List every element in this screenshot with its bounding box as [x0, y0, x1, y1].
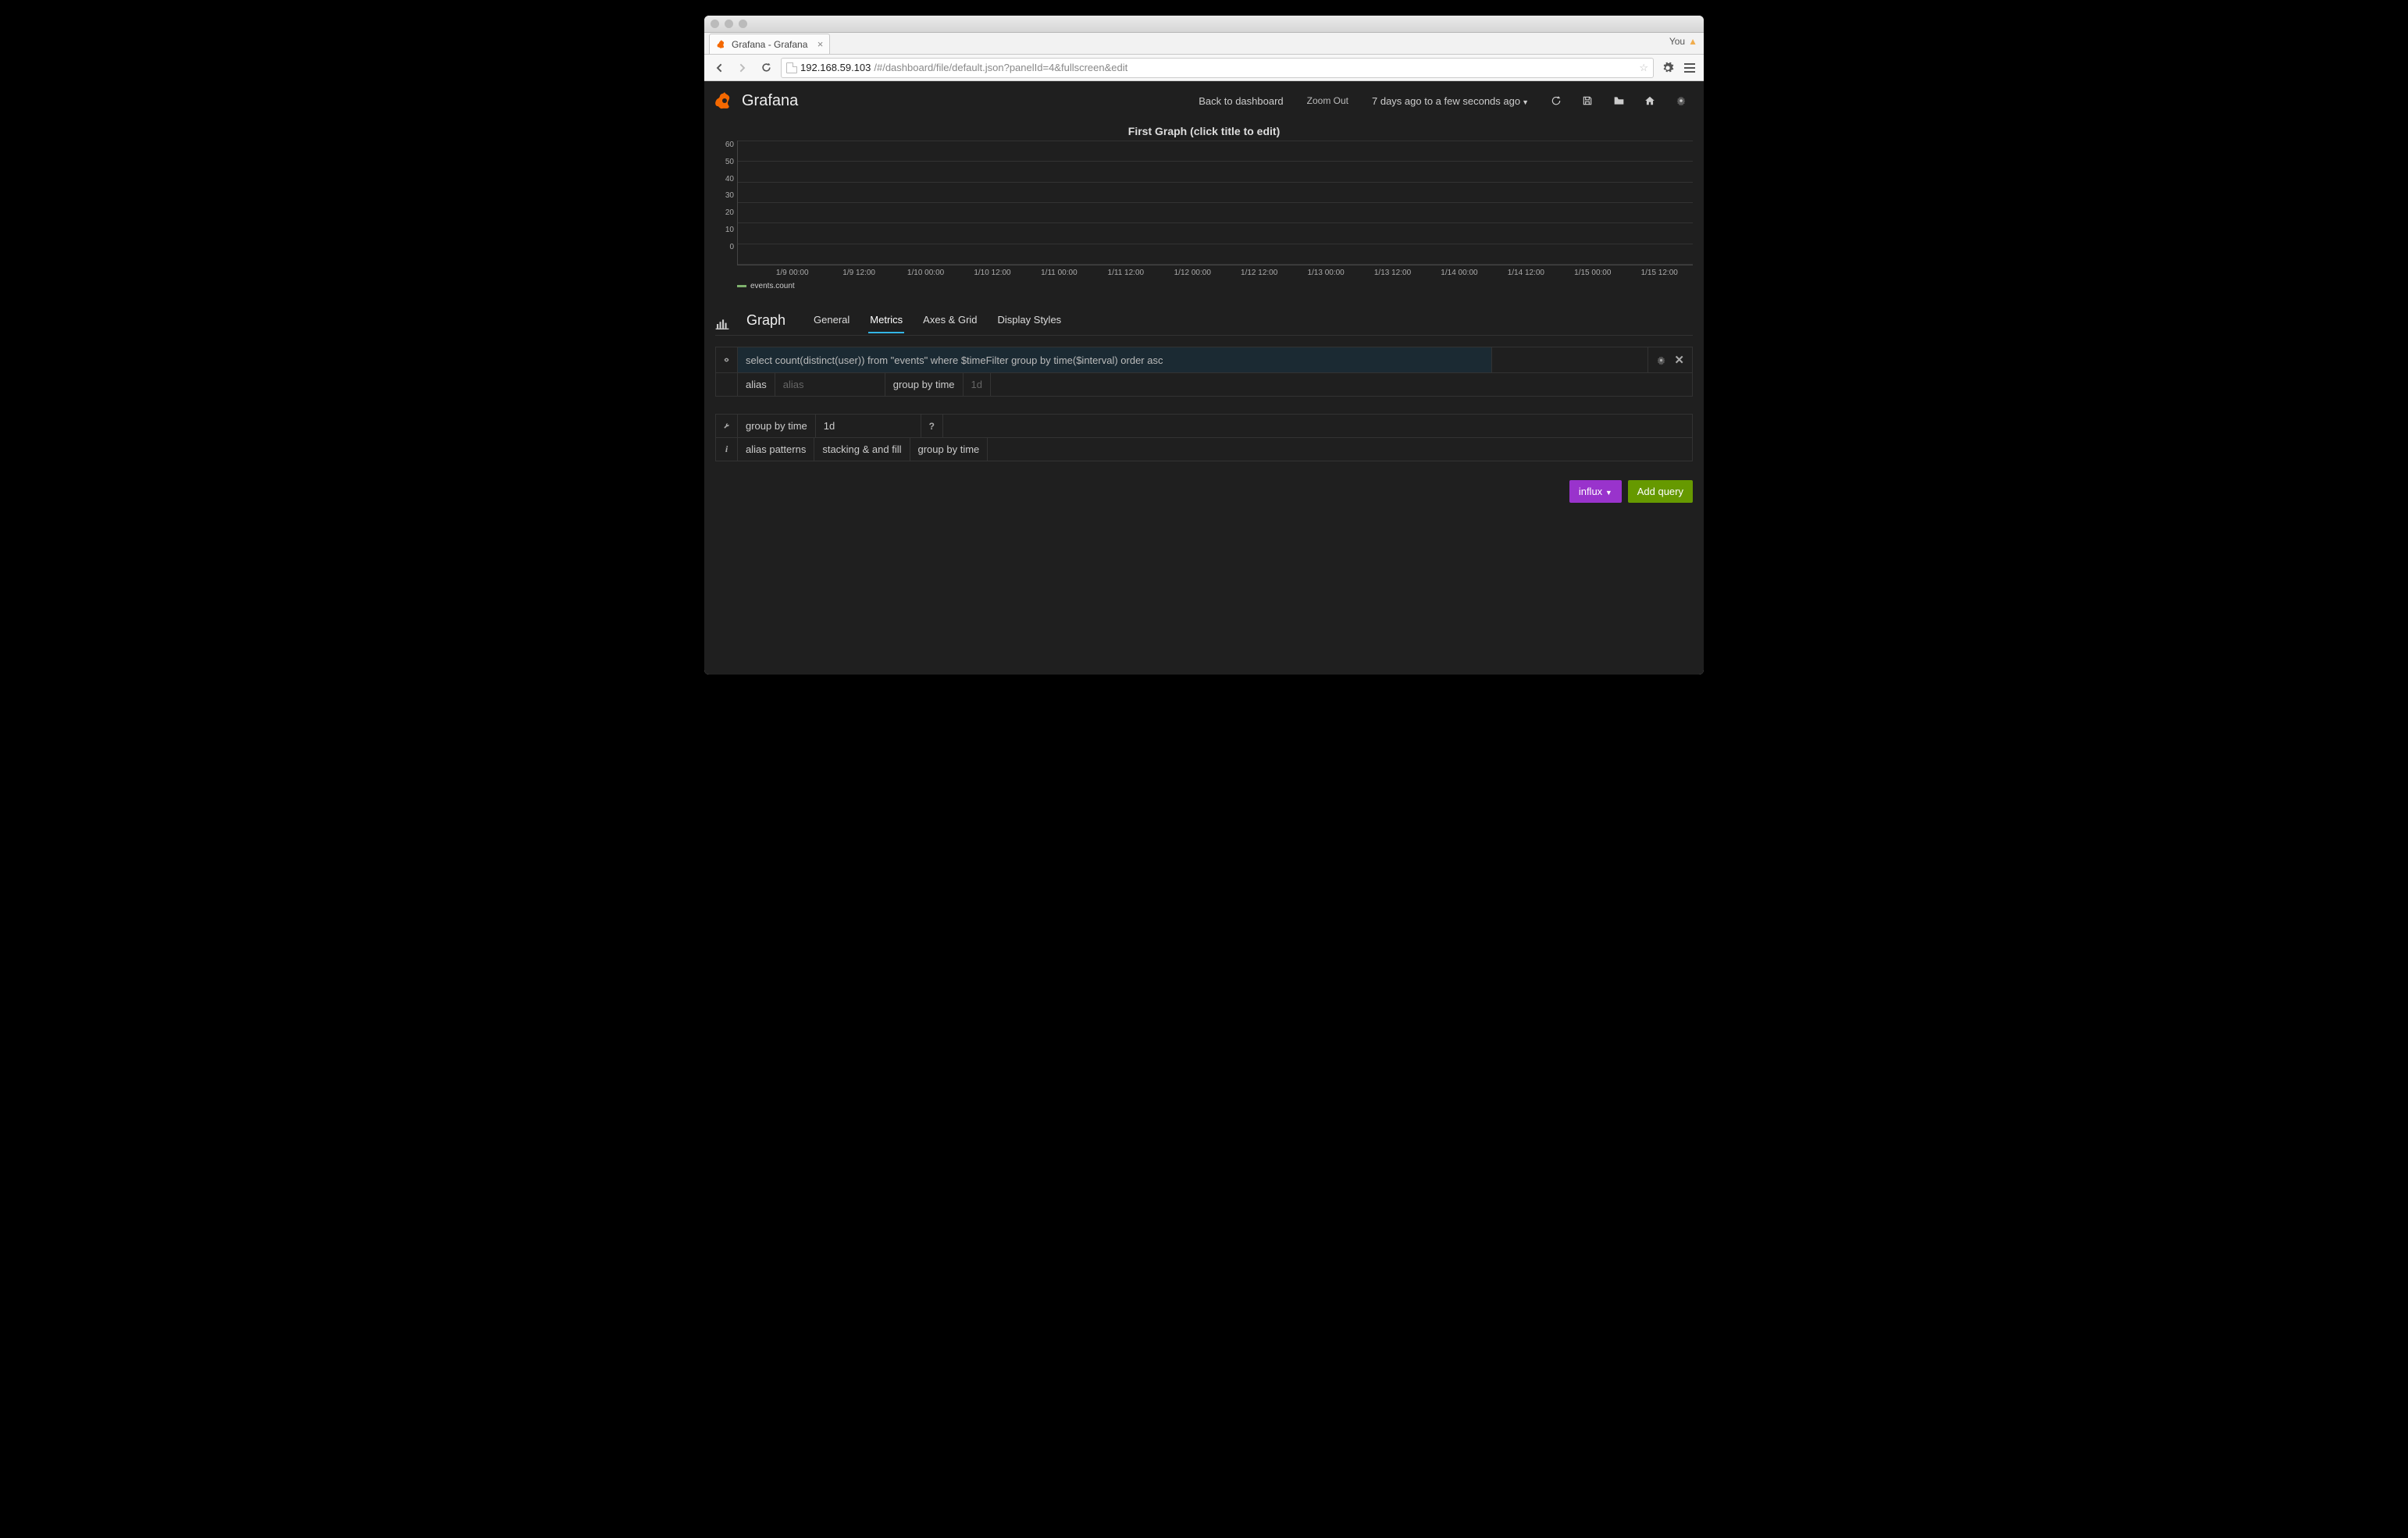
opt-groupby-label: group by time: [738, 415, 816, 437]
menu-icon[interactable]: [1682, 60, 1697, 76]
page-icon: [786, 62, 797, 73]
grafana-logo-icon: [715, 91, 734, 110]
warning-icon: ▲: [1688, 36, 1697, 47]
grafana-navbar: Grafana Back to dashboard Zoom Out 7 day…: [704, 81, 1704, 120]
settings-icon[interactable]: [1660, 60, 1676, 76]
info-icon[interactable]: i: [716, 438, 738, 461]
browser-tab-bar: Grafana - Grafana × You ▲: [704, 33, 1704, 55]
help-icon[interactable]: ?: [921, 415, 943, 437]
brand-label[interactable]: Grafana: [742, 92, 798, 110]
query-handle: [716, 373, 738, 396]
refresh-icon[interactable]: [1544, 95, 1568, 106]
url-host: 192.168.59.103: [800, 62, 871, 73]
tab-title: Grafana - Grafana: [732, 39, 807, 50]
wrench-icon[interactable]: [716, 415, 738, 437]
query-cog-icon[interactable]: [1656, 355, 1666, 365]
reload-button[interactable]: [757, 59, 775, 77]
groupby-value[interactable]: 1d: [964, 373, 991, 396]
traffic-light-min[interactable]: [725, 20, 733, 28]
query-actions: ✕: [1648, 347, 1692, 372]
back-button[interactable]: [711, 59, 728, 77]
back-to-dashboard-link[interactable]: Back to dashboard: [1191, 95, 1291, 107]
browser-tab[interactable]: Grafana - Grafana ×: [709, 34, 830, 54]
cog-icon[interactable]: [1669, 95, 1693, 106]
query-spacer: [1492, 347, 1648, 372]
grafana-favicon: [716, 39, 727, 50]
alias-label: alias: [738, 373, 775, 396]
panel-type-label[interactable]: Graph: [746, 312, 785, 335]
legend-label: events.count: [750, 282, 795, 290]
home-icon[interactable]: [1638, 95, 1662, 106]
graph-type-icon: [715, 319, 729, 329]
datasource-button[interactable]: influx ▼: [1569, 480, 1622, 503]
traffic-light-max[interactable]: [739, 20, 747, 28]
groupby-label: group by time: [885, 373, 964, 396]
save-icon[interactable]: [1576, 95, 1599, 106]
opt-groupby-input[interactable]: [816, 415, 921, 437]
query-remove-icon[interactable]: ✕: [1674, 353, 1684, 367]
traffic-light-close[interactable]: [711, 20, 719, 28]
folder-icon[interactable]: [1607, 95, 1630, 106]
y-axis: 6050403020100: [715, 141, 737, 265]
browser-toolbar: 192.168.59.103/#/dashboard/file/default.…: [704, 55, 1704, 81]
address-bar[interactable]: 192.168.59.103/#/dashboard/file/default.…: [781, 58, 1654, 78]
editor-tabs: Graph General Metrics Axes & Grid Displa…: [715, 312, 1693, 336]
forward-button[interactable]: [734, 59, 751, 77]
legend-swatch: [737, 285, 746, 287]
star-icon[interactable]: ☆: [1639, 62, 1648, 74]
hint-alias-patterns[interactable]: alias patterns: [738, 438, 814, 461]
x-axis: 1/9 00:001/9 12:001/10 00:001/10 12:001/…: [737, 265, 1693, 277]
zoom-out-link[interactable]: Zoom Out: [1299, 95, 1356, 106]
tab-close-icon[interactable]: ×: [818, 38, 824, 50]
hint-stacking-fill[interactable]: stacking & and fill: [814, 438, 910, 461]
eye-icon[interactable]: [716, 347, 738, 372]
time-range-picker[interactable]: 7 days ago to a few seconds ago▼: [1364, 95, 1537, 107]
alias-input[interactable]: [775, 373, 885, 396]
hint-group-by-time[interactable]: group by time: [910, 438, 988, 461]
panel-title[interactable]: First Graph (click title to edit): [715, 120, 1693, 141]
query-input[interactable]: select count(distinct(user)) from "event…: [738, 347, 1492, 372]
add-query-button[interactable]: Add query: [1628, 480, 1693, 503]
query-row: select count(distinct(user)) from "event…: [715, 347, 1693, 397]
user-badge[interactable]: You ▲: [1669, 36, 1697, 47]
query-options: group by time ? i alias patterns stackin…: [715, 414, 1693, 461]
mac-titlebar: [704, 16, 1704, 33]
legend[interactable]: events.count: [737, 282, 1693, 290]
tab-metrics[interactable]: Metrics: [868, 314, 904, 333]
tab-axes-grid[interactable]: Axes & Grid: [921, 314, 978, 333]
plot-area[interactable]: [737, 141, 1693, 265]
url-path: /#/dashboard/file/default.json?panelId=4…: [874, 62, 1127, 73]
tab-general[interactable]: General: [812, 314, 851, 333]
chart: 6050403020100: [715, 141, 1693, 265]
tab-display-styles[interactable]: Display Styles: [996, 314, 1063, 333]
